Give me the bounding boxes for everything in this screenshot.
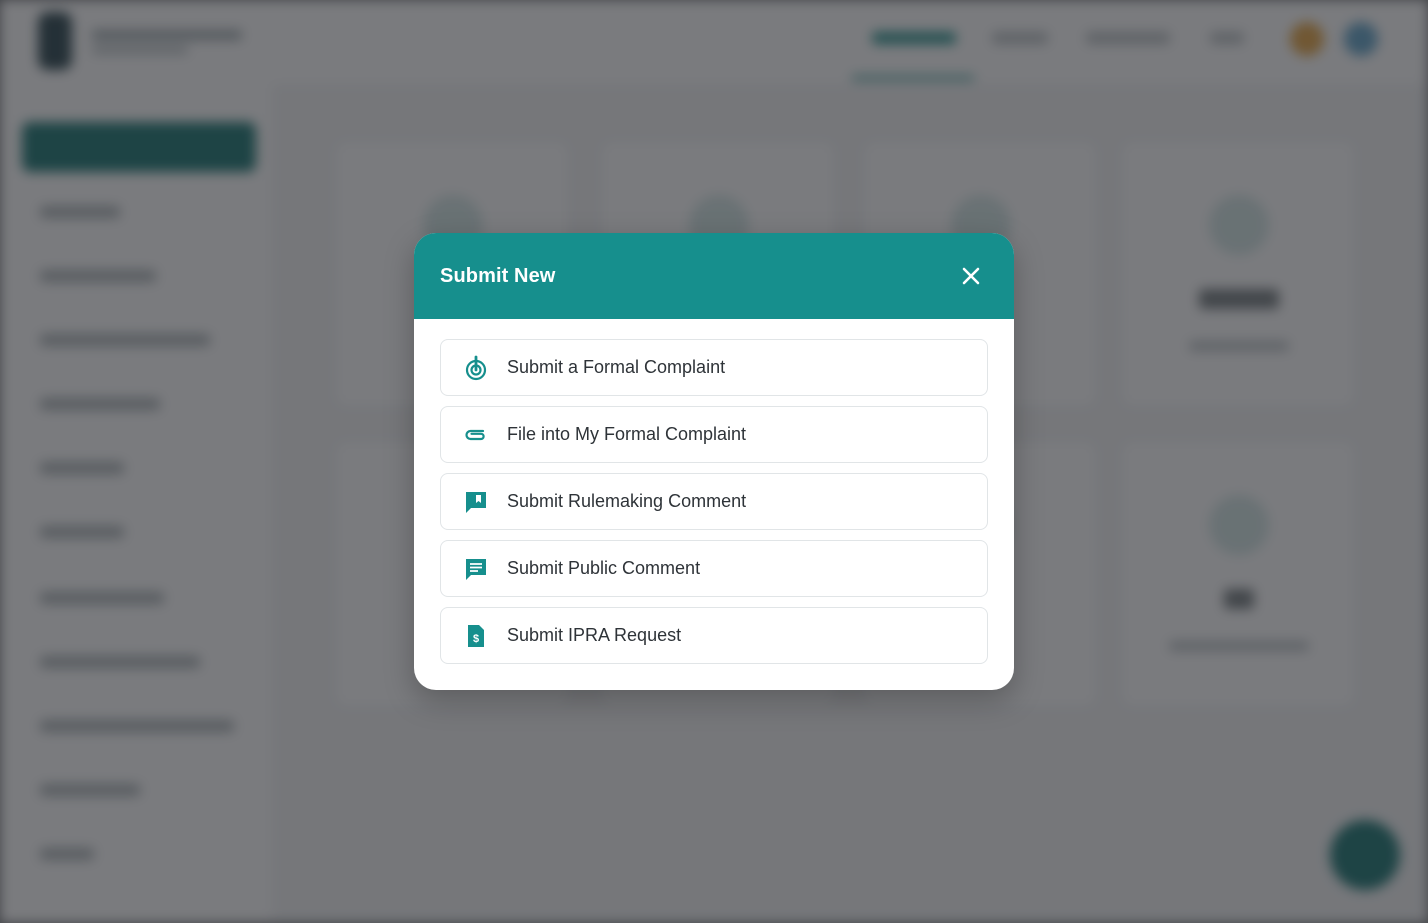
close-button[interactable] — [954, 259, 988, 293]
bookmark-comment-icon — [463, 489, 489, 515]
modal-body: Submit a Formal Complaint File into My F… — [414, 319, 1014, 664]
submit-rulemaking-comment-option[interactable]: Submit Rulemaking Comment — [440, 473, 988, 530]
option-label: Submit Public Comment — [507, 558, 701, 578]
option-label: Submit a Formal Complaint — [507, 357, 726, 377]
submit-ipra-request-option[interactable]: $ Submit IPRA Request — [440, 607, 988, 664]
option-label: Submit Rulemaking Comment — [507, 491, 747, 511]
touch-target-icon — [463, 355, 489, 381]
comment-text-icon — [463, 556, 489, 582]
submit-formal-complaint-option[interactable]: Submit a Formal Complaint — [440, 339, 988, 396]
modal-title: Submit New — [440, 264, 556, 287]
svg-text:$: $ — [473, 633, 479, 645]
dollar-document-icon: $ — [463, 623, 489, 649]
paperclip-icon — [463, 422, 489, 448]
file-into-formal-complaint-option[interactable]: File into My Formal Complaint — [440, 406, 988, 463]
modal-header: Submit New — [414, 233, 1014, 319]
close-icon — [962, 267, 980, 285]
option-label: File into My Formal Complaint — [507, 424, 747, 444]
submit-new-modal: Submit New Submit a Formal Complaint Fil… — [414, 233, 1014, 690]
option-label: Submit IPRA Request — [507, 625, 682, 645]
submit-public-comment-option[interactable]: Submit Public Comment — [440, 540, 988, 597]
